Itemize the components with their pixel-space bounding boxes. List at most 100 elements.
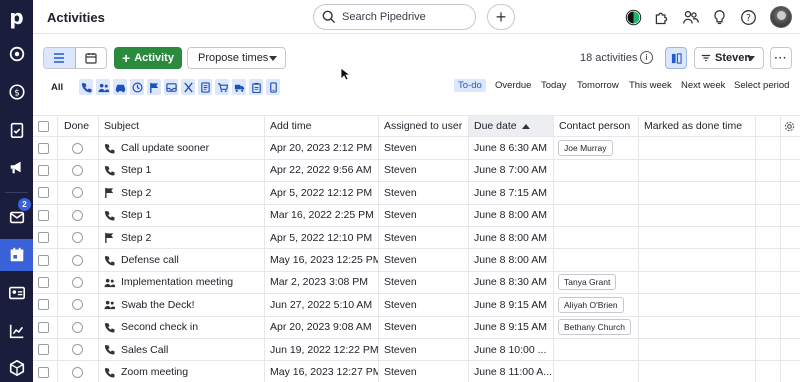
row-checkbox[interactable] (38, 366, 49, 378)
meeting-icon[interactable] (96, 79, 110, 95)
calendar-view-icon[interactable] (76, 48, 107, 68)
table-row[interactable]: Call update sooner Apr 20, 2023 2:12 PM St… (33, 137, 800, 160)
user-avatar[interactable] (770, 6, 792, 28)
pipedrive-logo[interactable]: p (0, 0, 33, 34)
mark-done-radio[interactable] (72, 344, 83, 356)
column-header-contact[interactable]: Contact person (554, 116, 639, 137)
row-checkbox[interactable] (38, 164, 49, 176)
period-today[interactable]: Today (541, 80, 566, 91)
subject-cell[interactable]: Sales Call (99, 339, 265, 361)
select-all-checkbox[interactable] (38, 120, 49, 132)
subject-cell[interactable]: Zoom meeting (99, 361, 265, 382)
table-row[interactable]: Defense call May 16, 2023 12:25 PM Steven J… (33, 249, 800, 272)
contact-person-chip[interactable]: Bethany Church (558, 319, 631, 336)
info-icon[interactable]: i (640, 51, 653, 64)
period-select-period[interactable]: Select period (734, 80, 789, 91)
flag-icon[interactable] (147, 79, 161, 95)
propose-times-button[interactable]: Propose times (187, 47, 286, 69)
period-tomorrow[interactable]: Tomorrow (577, 80, 619, 91)
lunch-icon[interactable] (181, 79, 195, 95)
row-checkbox[interactable] (38, 232, 49, 244)
quick-add-button[interactable]: + (487, 4, 515, 30)
table-row[interactable]: Step 2 Apr 5, 2022 12:12 PM Steven June 8 7… (33, 182, 800, 205)
subject-cell[interactable]: Step 2 (99, 182, 265, 204)
table-row[interactable]: Implementation meeting Mar 2, 2023 3:08 P… (33, 271, 800, 295)
inbox-icon[interactable] (164, 79, 178, 95)
user-filter-dropdown[interactable]: Steven (694, 47, 764, 69)
mark-done-radio[interactable] (72, 164, 83, 176)
tips-lightbulb-icon[interactable] (709, 7, 729, 27)
add-activity-button[interactable]: + Activity (114, 47, 182, 69)
subject-cell[interactable]: Swab the Deck! (99, 294, 265, 316)
call-icon[interactable] (79, 79, 93, 95)
phone-icon[interactable] (266, 79, 280, 95)
period-overdue[interactable]: Overdue (495, 80, 531, 91)
car-icon[interactable] (113, 79, 127, 95)
subject-cell[interactable]: Second check in (99, 316, 265, 338)
mark-done-radio[interactable] (72, 209, 83, 221)
layout-toggle-button[interactable] (665, 47, 687, 69)
more-options-button[interactable]: ··· (770, 47, 792, 69)
row-checkbox[interactable] (38, 321, 49, 333)
contact-person-chip[interactable]: Aliyah O'Brien (558, 296, 624, 313)
column-header-due-date[interactable]: Due date (469, 116, 554, 137)
table-row[interactable]: Zoom meeting May 16, 2023 12:27 PM Steven J… (33, 361, 800, 382)
nav-leads-icon[interactable] (0, 38, 33, 70)
growth-icon[interactable] (623, 7, 643, 27)
column-header-done-time[interactable]: Marked as done time (639, 116, 756, 137)
nav-contacts-icon[interactable] (0, 277, 33, 309)
column-header-done[interactable]: Done (58, 116, 99, 137)
nav-projects-icon[interactable] (0, 114, 33, 146)
contact-person-chip[interactable]: Joe Murray (558, 140, 613, 157)
table-row[interactable]: Second check in Apr 20, 2023 9:08 AM Steve… (33, 316, 800, 339)
subject-cell[interactable]: Step 2 (99, 227, 265, 249)
mark-done-radio[interactable] (72, 366, 83, 378)
invite-users-icon[interactable] (680, 7, 700, 27)
cart-icon[interactable] (215, 79, 229, 95)
row-checkbox[interactable] (38, 209, 49, 221)
row-checkbox[interactable] (38, 142, 49, 154)
period-to-do[interactable]: To-do (454, 79, 486, 92)
subject-cell[interactable]: Call update sooner (99, 137, 265, 159)
mark-done-radio[interactable] (72, 187, 83, 199)
column-header-assigned[interactable]: Assigned to user (379, 116, 469, 137)
subject-cell[interactable]: Defense call (99, 249, 265, 271)
nav-campaigns-icon[interactable] (0, 151, 33, 183)
search-input[interactable]: Search Pipedrive (313, 4, 476, 30)
mark-done-radio[interactable] (72, 321, 83, 333)
subject-cell[interactable]: Implementation meeting (99, 271, 265, 294)
row-checkbox[interactable] (38, 299, 49, 311)
subject-cell[interactable]: Step 1 (99, 204, 265, 226)
nav-activities-icon[interactable] (0, 239, 33, 271)
row-checkbox[interactable] (38, 344, 49, 356)
clock-icon[interactable] (130, 79, 144, 95)
mark-done-radio[interactable] (72, 299, 83, 311)
subject-cell[interactable]: Step 1 (99, 159, 265, 182)
period-next-week[interactable]: Next week (681, 80, 725, 91)
mark-done-radio[interactable] (72, 276, 83, 288)
mark-done-radio[interactable] (72, 254, 83, 266)
clipboard-icon[interactable] (249, 79, 263, 95)
column-header-add-time[interactable]: Add time (265, 116, 379, 137)
table-row[interactable]: Step 1 Mar 16, 2022 2:25 PM Steven June 8 8… (33, 204, 800, 227)
period-this-week[interactable]: This week (629, 80, 672, 91)
table-row[interactable]: Step 2 Apr 5, 2022 12:10 PM Steven June 8 8… (33, 227, 800, 250)
column-settings-icon[interactable] (781, 116, 800, 136)
mark-done-radio[interactable] (72, 142, 83, 154)
row-checkbox[interactable] (38, 276, 49, 288)
type-filter-all[interactable]: All (51, 82, 63, 93)
nav-insights-icon[interactable] (0, 315, 33, 347)
list-view-icon[interactable] (44, 48, 76, 68)
table-row[interactable]: Swab the Deck! Jun 27, 2022 5:10 AM Steven… (33, 294, 800, 317)
truck-icon[interactable] (232, 79, 246, 95)
nav-deals-icon[interactable]: $ (0, 76, 33, 108)
document-icon[interactable] (198, 79, 212, 95)
column-header-subject[interactable]: Subject (99, 116, 265, 137)
table-row[interactable]: Step 1 Apr 22, 2022 9:56 AM Steven June 8 7… (33, 159, 800, 183)
extensions-icon[interactable] (651, 7, 671, 27)
help-icon[interactable]: ? (738, 7, 758, 27)
nav-products-icon[interactable] (0, 352, 33, 382)
table-row[interactable]: Sales Call Jun 19, 2022 12:22 PM Steven Jun… (33, 339, 800, 362)
mark-done-radio[interactable] (72, 232, 83, 244)
row-checkbox[interactable] (38, 254, 49, 266)
